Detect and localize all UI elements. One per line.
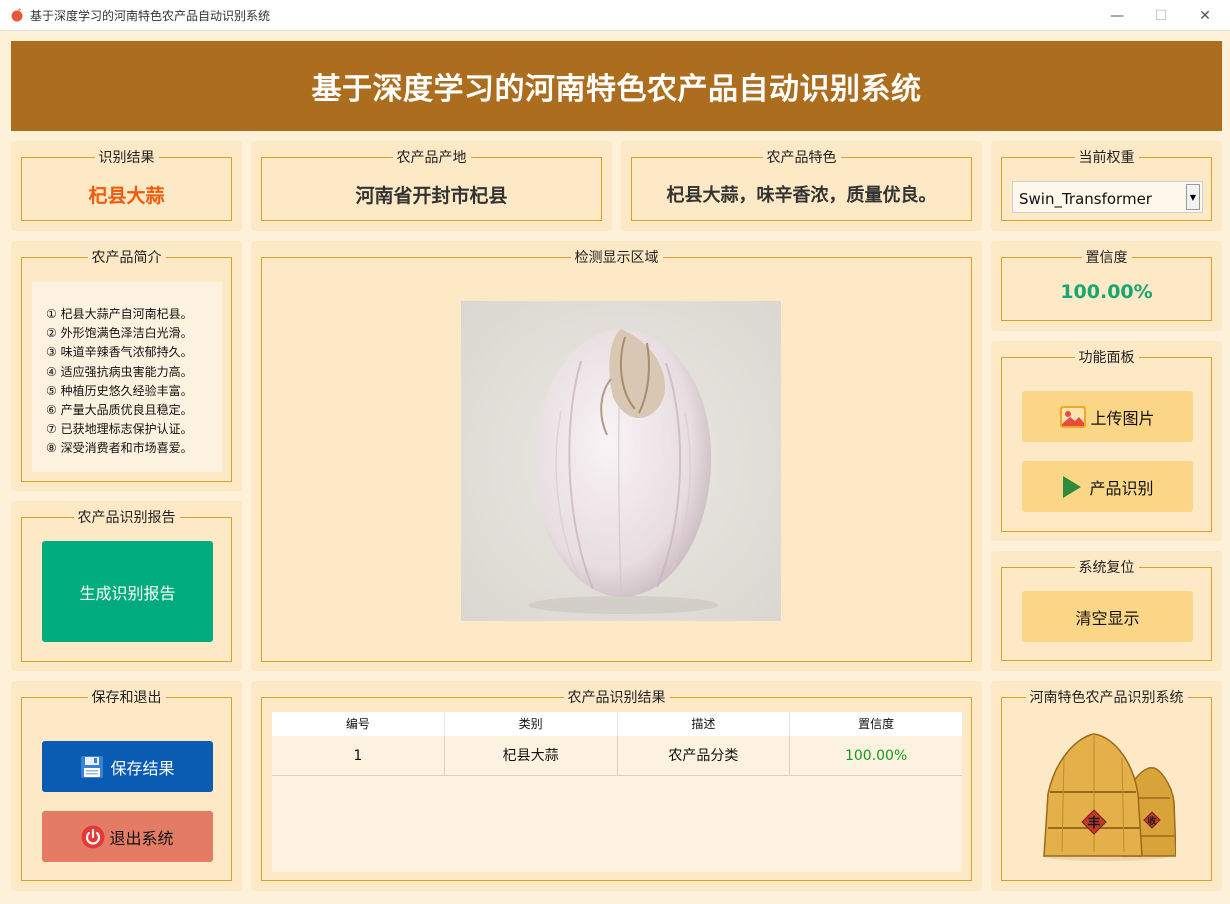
intro-group: 农产品简介 ① 杞县大蒜产自河南杞县。 ② 外形饱满色泽洁白光滑。 ③ 味道辛辣…: [21, 249, 232, 482]
recognize-label: 产品识别: [1089, 478, 1154, 498]
window-title: 基于深度学习的河南特色农产品自动识别系统: [30, 9, 271, 23]
confidence-label: 置信度: [1081, 249, 1132, 267]
confidence-group: 置信度 100.00%: [1001, 249, 1212, 321]
save-exit-label: 保存和退出: [87, 689, 166, 707]
main-window: 基于深度学习的河南特色农产品自动识别系统 识别结果 杞县大蒜 农产品产地 河南省…: [0, 31, 1230, 904]
intro-item: ② 外形饱满色泽洁白光滑。: [46, 326, 193, 341]
clear-display-button[interactable]: 清空显示: [1022, 591, 1193, 642]
table-cell: 100.00%: [844, 748, 908, 764]
intro-item: ⑤ 种植历史悠久经验丰富。: [46, 383, 193, 398]
column-header-category[interactable]: 类别: [445, 712, 618, 736]
save-button[interactable]: 保存结果: [42, 741, 213, 792]
weight-select[interactable]: Swin_Transformer ▼: [1012, 181, 1203, 213]
upload-image-label: 上传图片: [1090, 408, 1155, 428]
result-card: 识别结果 杞县大蒜: [11, 141, 242, 231]
confidence-value: 100.00%: [1060, 281, 1153, 303]
weight-select-value: Swin_Transformer: [1019, 190, 1152, 208]
weight-card: 当前权重 Swin_Transformer ▼: [991, 141, 1222, 231]
results-table-group: 农产品识别结果 编号 类别 描述 置信度 1 杞县大蒜 农产品分类 100.00…: [261, 689, 972, 881]
save-exit-card: 保存和退出 保存结果 退出系统: [11, 681, 242, 891]
title-bar: 基于深度学习的河南特色农产品自动识别系统 — ☐ ✕: [0, 0, 1230, 31]
table-row[interactable]: 1 杞县大蒜 农产品分类 100.00%: [272, 736, 962, 776]
feature-group: 农产品特色 杞县大蒜，味辛香浓，质量优良。: [631, 149, 972, 221]
column-header-description[interactable]: 描述: [618, 712, 791, 736]
intro-item: ⑦ 已获地理标志保护认证。: [46, 422, 193, 437]
detected-image: [461, 301, 781, 621]
logo-group: 河南特色农产品识别系统 丰 收: [1001, 689, 1212, 881]
logo-char-feng: 丰: [1087, 815, 1100, 831]
generate-report-button[interactable]: 生成识别报告: [42, 541, 213, 642]
minimize-button[interactable]: —: [1094, 0, 1140, 31]
confidence-card: 置信度 100.00%: [991, 241, 1222, 331]
functions-card: 功能面板 上传图片 产品识别: [991, 341, 1222, 541]
intro-list: ① 杞县大蒜产自河南杞县。 ② 外形饱满色泽洁白光滑。 ③ 味道辛辣香气浓郁持久…: [46, 305, 193, 459]
intro-item: ⑧ 深受消费者和市场喜爱。: [46, 441, 193, 456]
exit-button[interactable]: 退出系统: [42, 811, 213, 862]
logo-panel-label: 河南特色农产品识别系统: [1025, 689, 1188, 707]
table-header: 编号 类别 描述 置信度: [272, 712, 962, 736]
power-icon: [81, 825, 105, 848]
detect-card: 检测显示区域: [251, 241, 982, 671]
weight-label: 当前权重: [1074, 149, 1139, 167]
column-header-confidence[interactable]: 置信度: [790, 712, 962, 736]
reset-card: 系统复位 清空显示: [991, 551, 1222, 671]
feature-card: 农产品特色 杞县大蒜，味辛香浓，质量优良。: [621, 141, 982, 231]
maximize-button[interactable]: ☐: [1138, 0, 1184, 31]
image-icon: [1060, 405, 1087, 428]
exit-button-label: 退出系统: [109, 828, 174, 848]
recognize-button[interactable]: 产品识别: [1022, 461, 1193, 512]
results-table[interactable]: 编号 类别 描述 置信度 1 杞县大蒜 农产品分类 100.00%: [272, 712, 962, 872]
result-label: 识别结果: [94, 149, 159, 167]
functions-label: 功能面板: [1074, 349, 1139, 367]
page-title: 基于深度学习的河南特色农产品自动识别系统: [311, 72, 922, 107]
harvest-haystack-logo: 丰 收: [1042, 733, 1176, 861]
upload-image-button[interactable]: 上传图片: [1022, 391, 1193, 442]
report-group: 农产品识别报告 生成识别报告: [21, 509, 232, 662]
intro-item: ③ 味道辛辣香气浓郁持久。: [46, 345, 193, 360]
logo-char-shou: 收: [1147, 815, 1156, 827]
close-button[interactable]: ✕: [1182, 0, 1228, 31]
origin-card: 农产品产地 河南省开封市杞县: [251, 141, 612, 231]
result-value: 杞县大蒜: [88, 185, 165, 207]
reset-label: 系统复位: [1074, 559, 1139, 577]
column-header-id[interactable]: 编号: [272, 712, 445, 736]
floppy-disk-icon: [81, 755, 104, 778]
intro-label: 农产品简介: [87, 249, 166, 267]
app-icon: [11, 8, 23, 22]
report-card: 农产品识别报告 生成识别报告: [11, 501, 242, 671]
table-cell: 农产品分类: [618, 736, 791, 775]
feature-value: 杞县大蒜，味辛香浓，质量优良。: [666, 185, 937, 206]
results-table-label: 农产品识别结果: [563, 689, 670, 707]
table-cell: 1: [272, 736, 445, 775]
intro-item: ④ 适应强抗病虫害能力高。: [46, 364, 193, 379]
detect-label: 检测显示区域: [570, 249, 663, 267]
result-group: 识别结果 杞县大蒜: [21, 149, 232, 221]
origin-group: 农产品产地 河南省开封市杞县: [261, 149, 602, 221]
weight-group: 当前权重 Swin_Transformer ▼: [1001, 149, 1212, 221]
table-cell: 杞县大蒜: [445, 736, 618, 775]
intro-card: 农产品简介 ① 杞县大蒜产自河南杞县。 ② 外形饱满色泽洁白光滑。 ③ 味道辛辣…: [11, 241, 242, 491]
intro-item: ⑥ 产量大品质优良且稳定。: [46, 403, 193, 418]
logo-card: 河南特色农产品识别系统 丰 收: [991, 681, 1222, 891]
functions-group: 功能面板 上传图片 产品识别: [1001, 349, 1212, 532]
feature-label: 农产品特色: [762, 149, 841, 167]
detect-group: 检测显示区域: [261, 249, 972, 662]
origin-label: 农产品产地: [392, 149, 471, 167]
header-banner: 基于深度学习的河南特色农产品自动识别系统: [11, 41, 1222, 131]
play-icon: [1063, 475, 1082, 498]
origin-value: 河南省开封市杞县: [355, 185, 508, 207]
report-label: 农产品识别报告: [73, 509, 180, 527]
intro-text-area: ① 杞县大蒜产自河南杞县。 ② 外形饱满色泽洁白光滑。 ③ 味道辛辣香气浓郁持久…: [32, 282, 222, 472]
save-exit-group: 保存和退出 保存结果 退出系统: [21, 689, 232, 881]
chevron-down-icon[interactable]: ▼: [1186, 184, 1200, 210]
reset-group: 系统复位 清空显示: [1001, 559, 1212, 661]
results-table-card: 农产品识别结果 编号 类别 描述 置信度 1 杞县大蒜 农产品分类 100.00…: [251, 681, 982, 891]
intro-item: ① 杞县大蒜产自河南杞县。: [46, 307, 193, 321]
save-button-label: 保存结果: [110, 758, 175, 778]
